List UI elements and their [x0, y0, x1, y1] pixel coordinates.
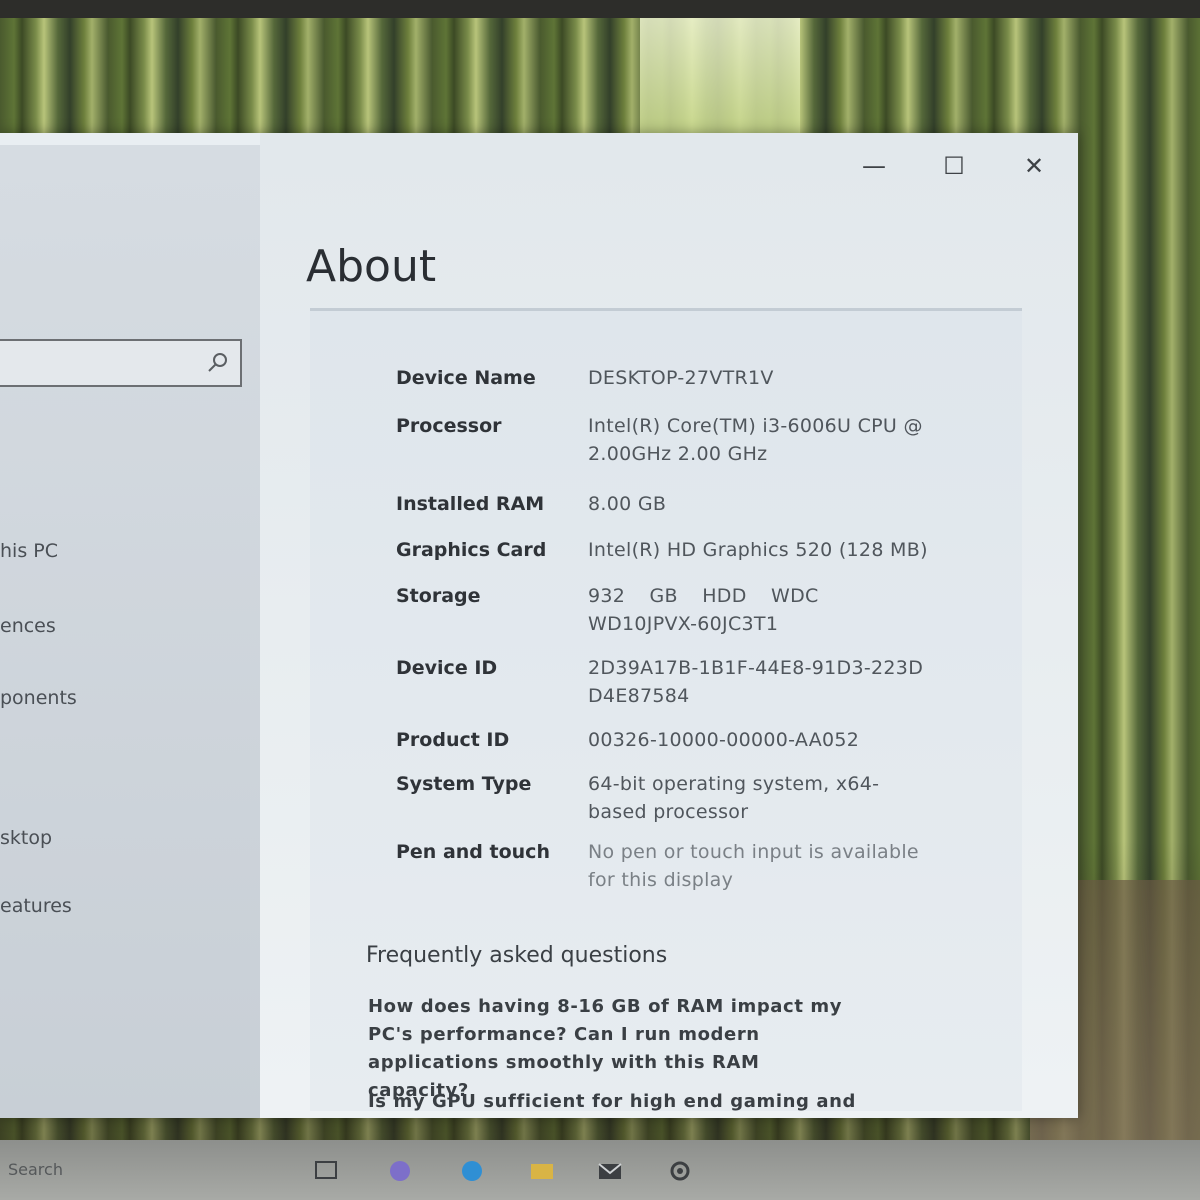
spec-label: Product ID: [396, 729, 510, 751]
task-view-icon[interactable]: [312, 1158, 340, 1184]
device-specifications-panel: Device Name DESKTOP-27VTR1V Processor In…: [310, 308, 1022, 1111]
spec-value-product-id: 00326-10000-00000-AA052: [588, 729, 860, 751]
taskbar: Search: [0, 1140, 1200, 1200]
taskbar-search-text[interactable]: Search: [8, 1160, 63, 1179]
spec-label: Device Name: [396, 367, 536, 389]
faq-heading: Frequently asked questions: [366, 943, 668, 968]
edge-browser-icon[interactable]: [458, 1158, 486, 1184]
settings-sidebar: his PC ences ponents sktop eatures: [0, 145, 260, 1118]
spec-value-graphics-card: Intel(R) HD Graphics 520 (128 MB): [588, 539, 928, 561]
search-icon[interactable]: [206, 351, 230, 375]
sidebar-item-about-this-pc[interactable]: his PC: [0, 540, 58, 562]
spec-value-installed-ram: 8.00 GB: [588, 493, 667, 515]
copilot-icon[interactable]: [386, 1158, 414, 1184]
spec-label: Device ID: [396, 657, 498, 679]
file-explorer-icon[interactable]: [528, 1158, 556, 1184]
monitor-bezel: [0, 0, 1200, 18]
spec-label: Storage: [396, 585, 481, 607]
spec-value-processor: Intel(R) Core(TM) i3-6006U CPU @ 2.00GHz…: [588, 415, 923, 465]
faq-question-link[interactable]: Is my GPU sufficient for high end gaming…: [368, 1088, 858, 1116]
spec-value-device-name: DESKTOP-27VTR1V: [588, 367, 774, 389]
sidebar-item-features[interactable]: eatures: [0, 895, 72, 917]
settings-gear-icon[interactable]: [666, 1158, 694, 1184]
spec-label: Processor: [396, 415, 502, 437]
page-title: About: [306, 241, 437, 292]
settings-window: his PC ences ponents sktop eatures — ☐ ✕…: [0, 133, 1078, 1118]
spec-value-pen-and-touch: No pen or touch input is available for t…: [588, 841, 919, 891]
wallpaper-sky: [640, 18, 800, 138]
spec-label: Pen and touch: [396, 841, 550, 863]
spec-value-device-id: 2D39A17B-1B1F-44E8-91D3-223DD4E87584: [588, 657, 924, 707]
spec-value-storage: 932 GB HDD WDC WD10JPVX-60JC3T1: [588, 585, 819, 635]
sidebar-item-components[interactable]: ponents: [0, 687, 77, 709]
sidebar-item-desktop[interactable]: sktop: [0, 827, 52, 849]
mail-icon[interactable]: [596, 1158, 624, 1184]
settings-search-input[interactable]: [0, 339, 242, 387]
maximize-button[interactable]: ☐: [936, 148, 972, 184]
spec-label: Installed RAM: [396, 493, 545, 515]
spec-label: Graphics Card: [396, 539, 547, 561]
close-button[interactable]: ✕: [1016, 148, 1052, 184]
sidebar-item-preferences[interactable]: ences: [0, 615, 56, 637]
about-pane: — ☐ ✕ About Device Name DESKTOP-27VTR1V …: [260, 133, 1078, 1118]
spec-label: System Type: [396, 773, 532, 795]
minimize-button[interactable]: —: [856, 148, 892, 184]
spec-value-system-type: 64-bit operating system, x64-based proce…: [588, 773, 880, 823]
